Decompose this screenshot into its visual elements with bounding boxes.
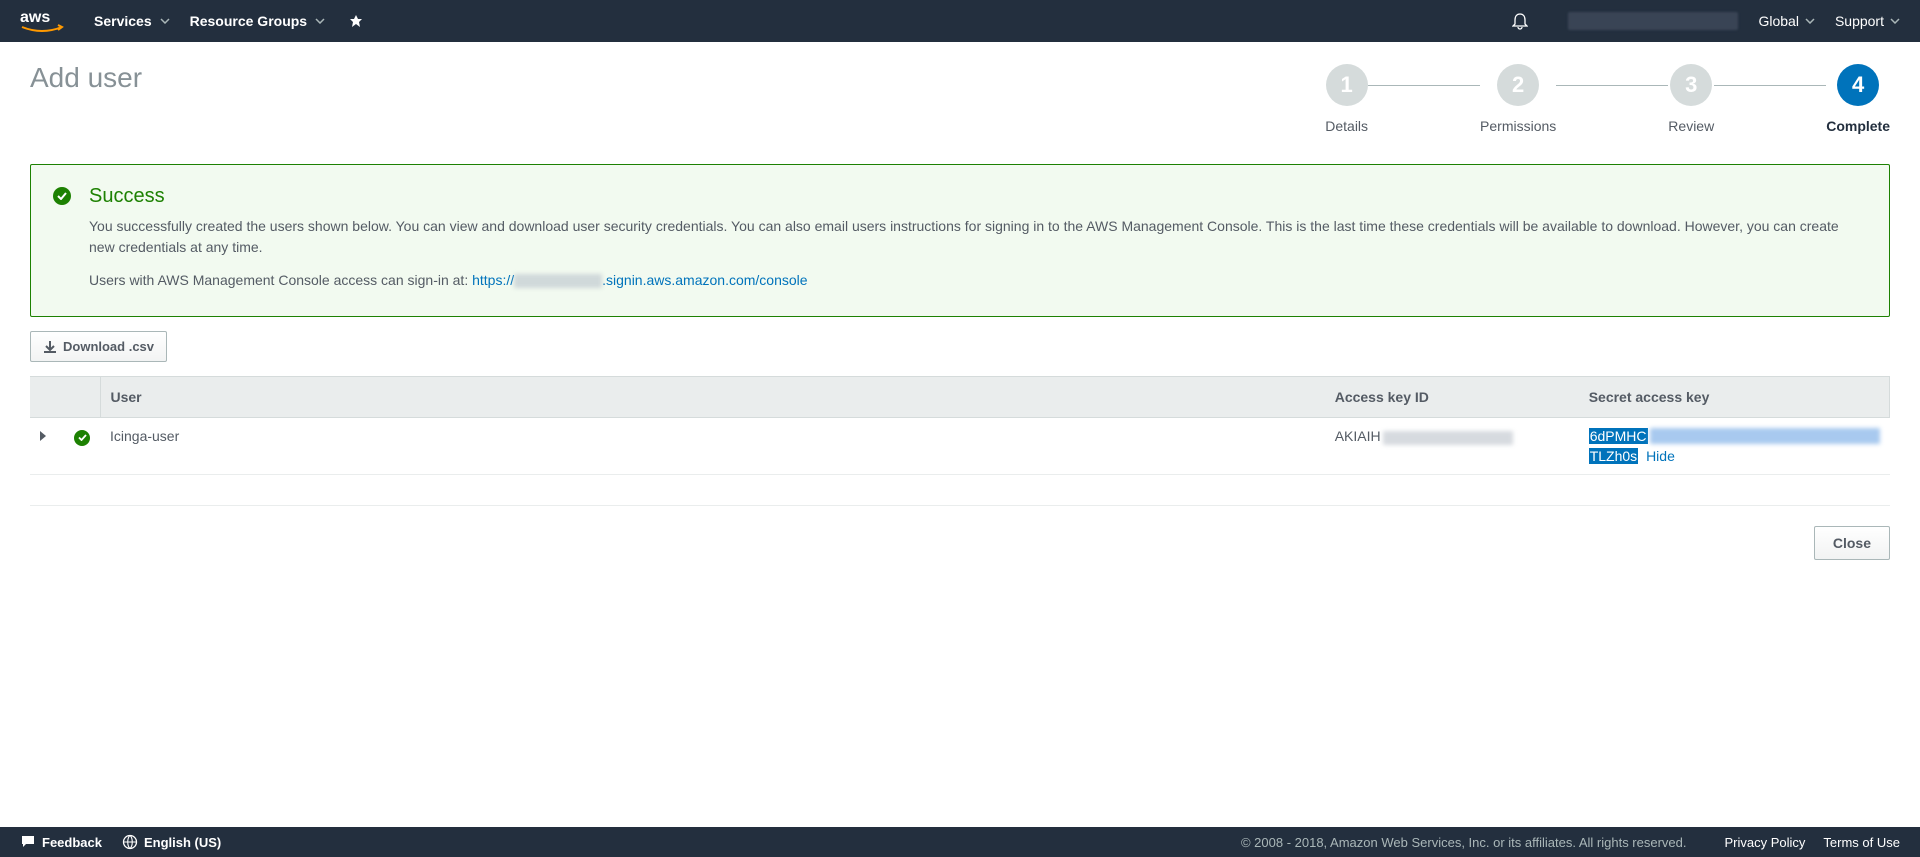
footer-privacy-link[interactable]: Privacy Policy — [1725, 835, 1806, 850]
chevron-down-icon — [160, 18, 170, 24]
wizard-step-num: 3 — [1670, 64, 1712, 106]
nav-services-label: Services — [94, 13, 152, 29]
signin-prefix: Users with AWS Management Console access… — [89, 272, 472, 288]
col-accesskey-header: Access key ID — [1325, 377, 1579, 418]
wizard-step-complete: 4 Complete — [1826, 64, 1890, 134]
account-name-redacted — [1568, 12, 1738, 30]
wizard-steps: 1 Details 2 Permissions 3 Review 4 Compl… — [1325, 62, 1890, 134]
users-table: User Access key ID Secret access key Ici… — [30, 376, 1890, 475]
nav-resource-groups-label: Resource Groups — [190, 13, 307, 29]
footer-feedback-label: Feedback — [42, 835, 102, 850]
footer: Feedback English (US) © 2008 - 2018, Ama… — [0, 827, 1920, 857]
expand-row-caret-icon[interactable] — [40, 431, 46, 441]
secret-redacted — [1650, 428, 1880, 444]
nav-resource-groups[interactable]: Resource Groups — [190, 13, 325, 29]
wizard-step-permissions: 2 Permissions — [1480, 64, 1556, 134]
wizard-step-review: 3 Review — [1668, 64, 1714, 134]
cell-secret-key: 6dPMHC TLZh0s Hide — [1579, 418, 1890, 475]
success-alert: Success You successfully created the use… — [30, 164, 1890, 317]
col-secret-header: Secret access key — [1579, 377, 1890, 418]
hide-secret-link[interactable]: Hide — [1646, 448, 1675, 464]
download-csv-label: Download .csv — [63, 339, 154, 354]
secret-fragment-1: 6dPMHC — [1589, 428, 1648, 444]
col-status — [64, 377, 100, 418]
wizard-step-label: Review — [1668, 118, 1714, 134]
nav-services[interactable]: Services — [94, 13, 170, 29]
row-success-check-icon — [74, 430, 90, 446]
download-icon — [43, 340, 57, 354]
aws-logo[interactable]: aws — [20, 8, 64, 34]
wizard-connector — [1714, 85, 1826, 86]
secret-fragment-2: TLZh0s — [1589, 448, 1638, 464]
chevron-down-icon — [1890, 18, 1900, 24]
wizard-step-num: 1 — [1326, 64, 1368, 106]
svg-text:aws: aws — [20, 9, 50, 26]
col-user-header: User — [100, 377, 1325, 418]
cell-access-key: AKIAIH — [1325, 418, 1579, 475]
wizard-step-num: 2 — [1497, 64, 1539, 106]
topnav: aws Services Resource Groups Global Supp… — [0, 0, 1920, 42]
success-signin-line: Users with AWS Management Console access… — [89, 272, 1867, 288]
support-menu[interactable]: Support — [1835, 13, 1900, 29]
table-row: Icinga-user AKIAIH 6dPMHC TLZh0s Hide — [30, 418, 1890, 475]
wizard-step-num: 4 — [1837, 64, 1879, 106]
support-label: Support — [1835, 13, 1884, 29]
region-label: Global — [1758, 13, 1798, 29]
success-heading: Success — [89, 185, 1867, 208]
download-csv-button[interactable]: Download .csv — [30, 331, 167, 362]
wizard-step-label: Permissions — [1480, 118, 1556, 134]
footer-terms-link[interactable]: Terms of Use — [1823, 835, 1900, 850]
chevron-down-icon — [315, 18, 325, 24]
col-expand — [30, 377, 64, 418]
page-content: Add user 1 Details 2 Permissions 3 Revie… — [0, 42, 1920, 590]
notifications-bell-icon[interactable] — [1512, 12, 1528, 30]
divider — [30, 505, 1890, 506]
wizard-step-label: Complete — [1826, 118, 1890, 134]
footer-language[interactable]: English (US) — [122, 834, 221, 850]
feedback-icon — [20, 835, 36, 849]
signin-account-redacted — [514, 274, 602, 288]
region-menu[interactable]: Global — [1758, 13, 1814, 29]
chevron-down-icon — [1805, 18, 1815, 24]
wizard-connector — [1556, 85, 1668, 86]
wizard-step-details: 1 Details — [1325, 64, 1368, 134]
signin-url-link[interactable]: https://.signin.aws.amazon.com/console — [472, 272, 807, 288]
success-body: You successfully created the users shown… — [89, 216, 1867, 258]
footer-language-label: English (US) — [144, 835, 221, 850]
nav-pin-icon[interactable] — [349, 14, 363, 28]
footer-copyright: © 2008 - 2018, Amazon Web Services, Inc.… — [1241, 835, 1687, 850]
account-menu[interactable] — [1568, 12, 1738, 30]
page-title: Add user — [30, 62, 142, 94]
close-button[interactable]: Close — [1814, 526, 1890, 560]
footer-feedback[interactable]: Feedback — [20, 835, 102, 850]
wizard-step-label: Details — [1325, 118, 1368, 134]
globe-icon — [122, 834, 138, 850]
cell-username: Icinga-user — [100, 418, 1325, 475]
success-check-icon — [53, 187, 71, 205]
access-key-redacted — [1383, 431, 1513, 445]
wizard-connector — [1368, 85, 1480, 86]
